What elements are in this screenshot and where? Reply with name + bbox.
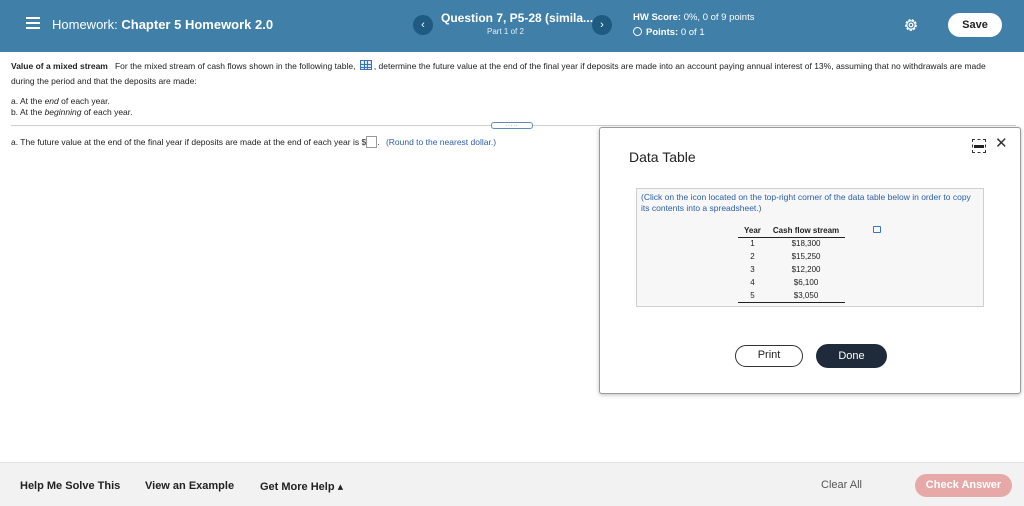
data-table-panel: (Click on the icon located on the top-ri… <box>636 188 984 307</box>
homework-prefix: Homework: <box>52 17 118 32</box>
homework-name: Chapter 5 Homework 2.0 <box>121 17 274 32</box>
hw-score-value: 0%, 0 of 9 points <box>683 12 755 23</box>
help-me-solve-this-button[interactable]: Help Me Solve This <box>20 480 120 492</box>
hw-score-label: HW Score: <box>633 12 682 23</box>
question-title: Question 7, P5-28 (simila... <box>441 11 594 25</box>
question-text: Value of a mixed stream For the mixed st… <box>11 59 1001 89</box>
question-topic: Value of a mixed stream <box>11 61 108 71</box>
menu-icon[interactable] <box>26 17 40 31</box>
done-button[interactable]: Done <box>816 344 887 368</box>
divider-handle[interactable]: ..... <box>491 122 533 129</box>
top-header: Homework: Chapter 5 Homework 2.0 ‹ Quest… <box>0 0 1024 52</box>
close-icon[interactable]: ✕ <box>995 136 1008 152</box>
part-a: a. At the end of each year. <box>11 96 110 106</box>
points-label: Points: <box>646 27 679 38</box>
data-table-dialog: Data Table ✕ (Click on the icon located … <box>599 127 1021 394</box>
question-text-part1: For the mixed stream of cash flows shown… <box>114 61 356 71</box>
question-parts: a. At the end of each year. b. At the be… <box>11 96 133 118</box>
chevron-left-icon: ‹ <box>421 19 425 31</box>
dialog-title: Data Table <box>629 149 696 165</box>
table-row: 4 $6,100 <box>750 278 819 287</box>
next-question-button[interactable]: › <box>592 15 612 35</box>
progress-circle-icon <box>633 27 642 36</box>
save-button[interactable]: Save <box>948 13 1002 37</box>
points: Points: 0 of 1 <box>633 27 705 38</box>
previous-question-button[interactable]: ‹ <box>413 15 433 35</box>
copy-to-spreadsheet-icon[interactable] <box>873 226 881 233</box>
footer-bar: Help Me Solve This View an Example Get M… <box>0 462 1024 506</box>
clear-all-button[interactable]: Clear All <box>821 479 862 491</box>
view-an-example-button[interactable]: View an Example <box>145 480 234 492</box>
round-hint: (Round to the nearest dollar.) <box>385 137 497 147</box>
cash-flow-table: Year Cash flow stream 1 $18,300 2 $15,250 … <box>738 224 846 303</box>
table-row: 1 $18,300 <box>750 239 821 249</box>
part-b: b. At the beginning of each year. <box>11 107 133 117</box>
answer-input[interactable] <box>366 136 378 148</box>
data-table-icon[interactable] <box>359 60 372 70</box>
question-part: Part 1 of 2 <box>487 27 524 36</box>
table-row: 5 $3,050 <box>738 289 846 303</box>
answer-prompt: a. The future value at the end of the fi… <box>11 137 367 147</box>
copy-hint: (Click on the icon located on the top-ri… <box>641 192 971 213</box>
points-value: 0 of 1 <box>680 27 705 38</box>
minimize-icon[interactable] <box>972 139 986 153</box>
table-row: 2 $15,250 <box>750 252 821 261</box>
column-header-cash-flow: Cash flow stream <box>766 224 846 238</box>
answer-line: a. The future value at the end of the fi… <box>11 136 497 148</box>
print-button[interactable]: Print <box>735 345 803 367</box>
gear-icon[interactable] <box>903 17 919 33</box>
get-more-help-button[interactable]: Get More Help ▴ <box>260 480 343 493</box>
table-row: 3 $12,200 <box>750 265 821 274</box>
homework-title: Homework: Chapter 5 Homework 2.0 <box>52 17 273 32</box>
chevron-right-icon: › <box>600 19 604 31</box>
check-answer-button[interactable]: Check Answer <box>915 474 1012 497</box>
column-header-year: Year <box>738 224 767 238</box>
hw-score: HW Score: 0%, 0 of 9 points <box>633 12 754 23</box>
